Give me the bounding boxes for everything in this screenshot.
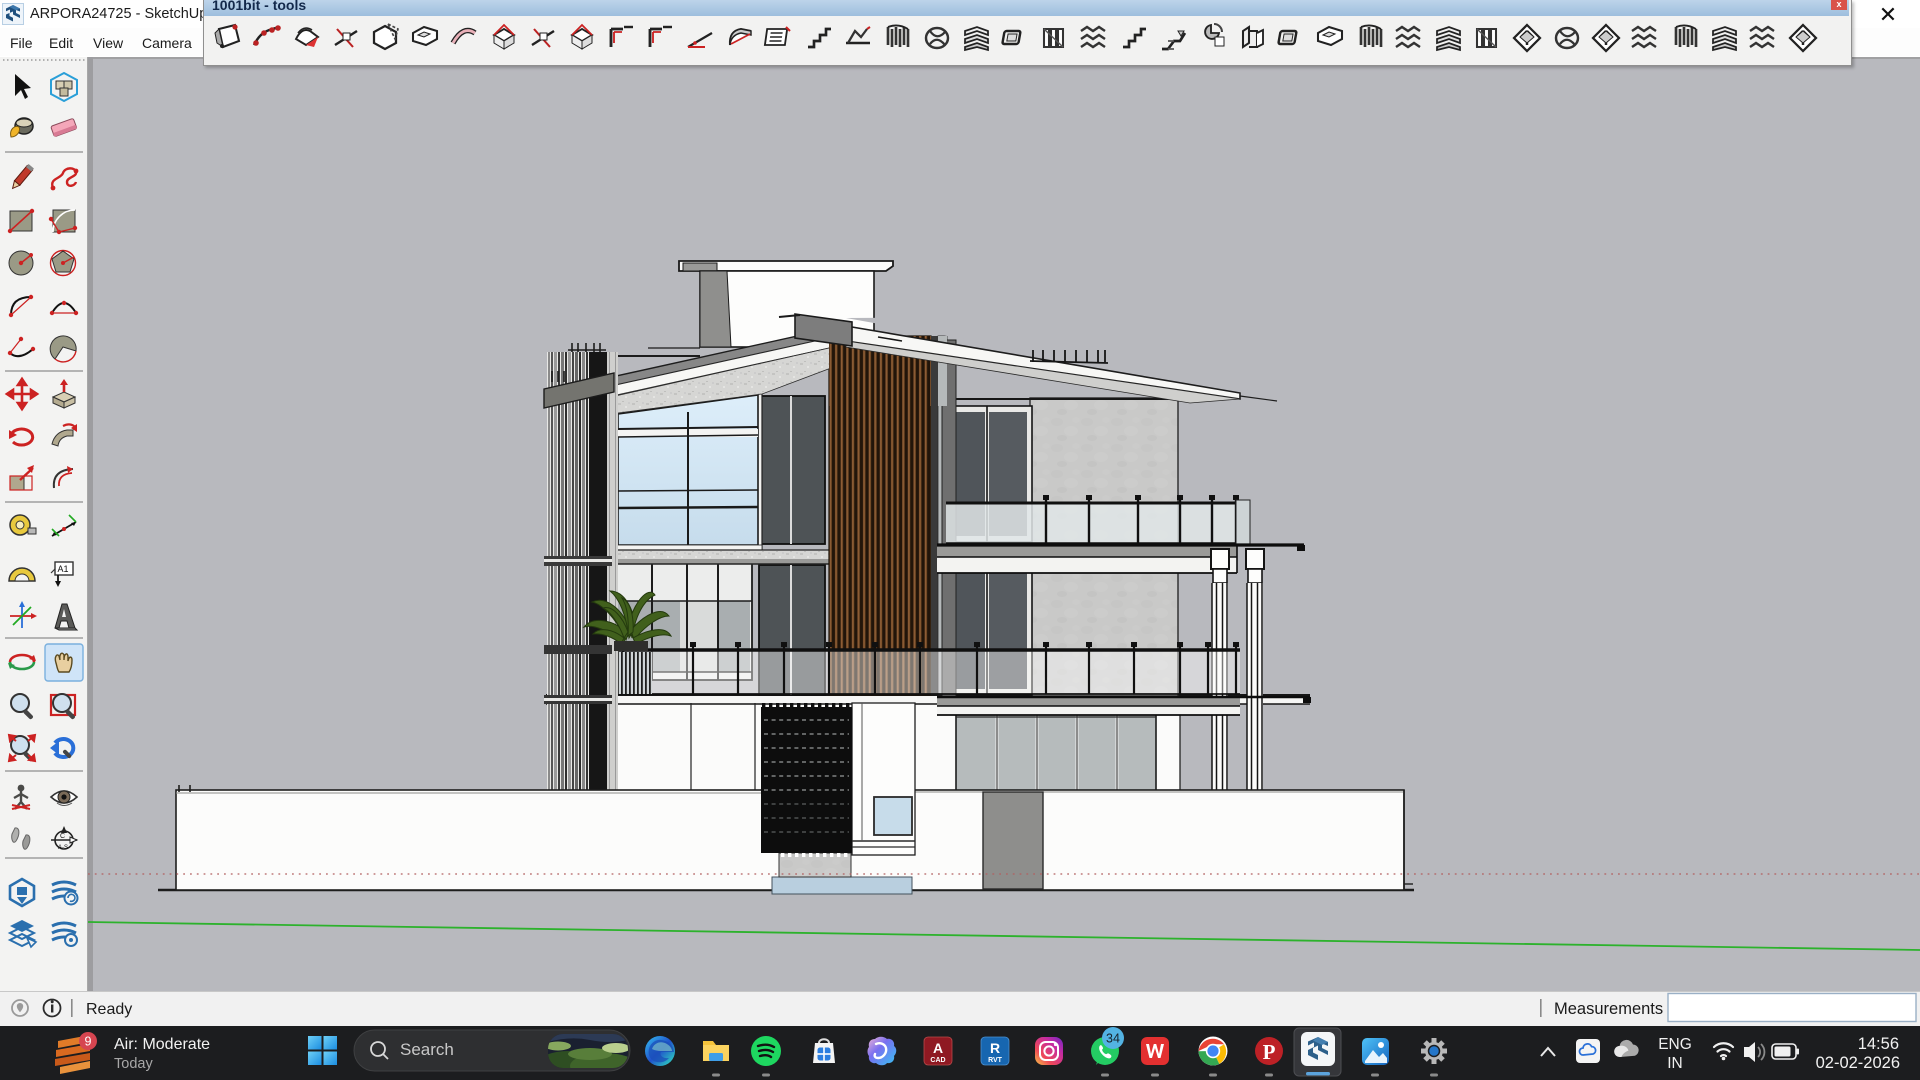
svg-text:Today: Today [114,1056,153,1072]
svg-text:A1: A1 [58,564,69,574]
svg-text:C: C [60,833,65,840]
svg-text:RVT: RVT [988,1057,1003,1064]
svg-text:02-02-2026: 02-02-2026 [1816,1054,1900,1072]
svg-text:Measurements: Measurements [1554,1000,1663,1018]
svg-text:ENG: ENG [1658,1036,1692,1053]
svg-text:Air: Moderate: Air: Moderate [114,1036,210,1053]
svg-text:CAD: CAD [930,1057,945,1064]
svg-text:A-S: A-S [58,845,68,851]
svg-text:Ready: Ready [86,1001,132,1018]
svg-text:9: 9 [85,1035,92,1049]
svg-text:A: A [933,1040,943,1056]
svg-text:Search: Search [400,1040,454,1059]
svg-text:R: R [990,1040,1000,1056]
svg-text:34: 34 [1106,1032,1120,1046]
svg-text:14:56: 14:56 [1858,1035,1899,1053]
svg-text:IN: IN [1667,1055,1683,1072]
svg-text:P: P [1263,1040,1276,1064]
